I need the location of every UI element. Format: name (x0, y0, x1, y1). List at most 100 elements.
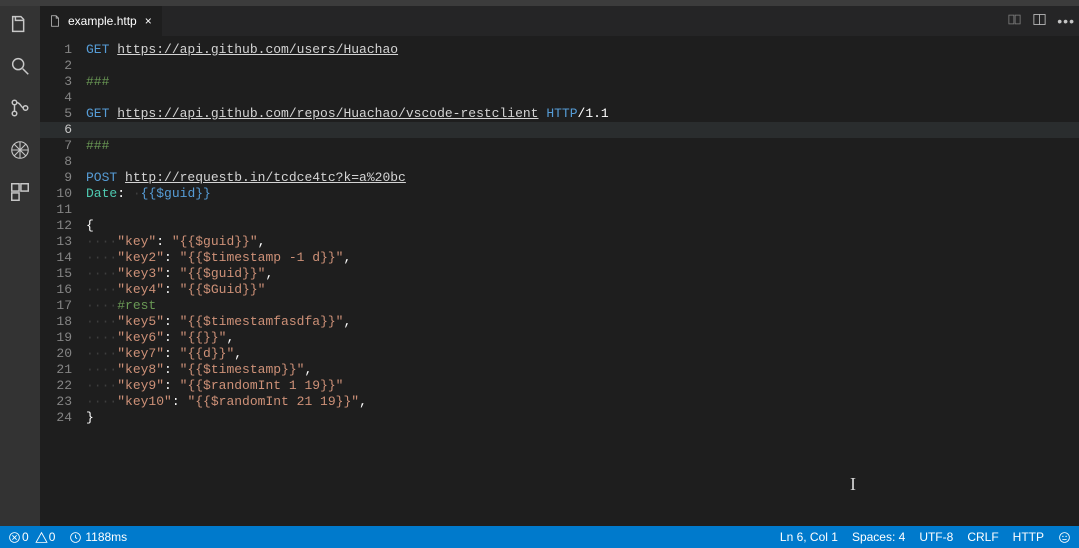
status-cursor-position[interactable]: Ln 6, Col 1 (780, 530, 838, 544)
explorer-icon[interactable] (8, 12, 32, 36)
code-line[interactable]: 2 (40, 58, 1079, 74)
line-number[interactable]: 18 (40, 314, 86, 330)
status-encoding[interactable]: UTF-8 (919, 530, 953, 544)
code-line[interactable]: 5GET https://api.github.com/repos/Huacha… (40, 106, 1079, 122)
line-number[interactable]: 23 (40, 394, 86, 410)
code-content[interactable]: ····"key6": "{{}}", (86, 330, 1079, 346)
code-content[interactable] (86, 90, 1079, 106)
compare-icon[interactable] (1007, 12, 1022, 30)
line-number[interactable]: 13 (40, 234, 86, 250)
code-line[interactable]: 7### (40, 138, 1079, 154)
code-line[interactable]: 15····"key3": "{{$guid}}", (40, 266, 1079, 282)
status-duration[interactable]: 1188ms (69, 530, 127, 544)
code-line[interactable]: 11 (40, 202, 1079, 218)
code-content[interactable]: ### (86, 74, 1079, 90)
code-line[interactable]: 9POST http://requestb.in/tcdce4tc?k=a%20… (40, 170, 1079, 186)
code-line[interactable]: 24} (40, 410, 1079, 426)
tab-example-http[interactable]: example.http × (40, 6, 163, 36)
feedback-icon[interactable] (1058, 531, 1071, 544)
search-icon[interactable] (8, 54, 32, 78)
line-number[interactable]: 10 (40, 186, 86, 202)
line-number[interactable]: 3 (40, 74, 86, 90)
tab-close-icon[interactable]: × (143, 14, 154, 28)
line-number[interactable]: 5 (40, 106, 86, 122)
tab-bar: example.http × ••• (40, 6, 1079, 36)
line-number[interactable]: 20 (40, 346, 86, 362)
code-line[interactable]: 4 (40, 90, 1079, 106)
code-line[interactable]: 12{ (40, 218, 1079, 234)
code-content[interactable]: ### (86, 138, 1079, 154)
clock-icon (69, 531, 82, 544)
code-content[interactable]: GET https://api.github.com/repos/Huachao… (86, 106, 1079, 122)
code-content[interactable]: ····"key": "{{$guid}}", (86, 234, 1079, 250)
code-content[interactable]: ····"key2": "{{$timestamp -1 d}}", (86, 250, 1079, 266)
code-content[interactable]: ····"key7": "{{d}}", (86, 346, 1079, 362)
code-content[interactable]: GET https://api.github.com/users/Huachao (86, 42, 1079, 58)
code-line[interactable]: 20····"key7": "{{d}}", (40, 346, 1079, 362)
code-content[interactable]: ····#rest (86, 298, 1079, 314)
debug-icon[interactable] (8, 138, 32, 162)
app-root: example.http × ••• 1GET https://api.gith… (0, 0, 1079, 548)
code-content[interactable]: ····"key9": "{{$randomInt 1 19}}" (86, 378, 1079, 394)
status-warnings[interactable]: 0 (35, 530, 56, 544)
code-line[interactable]: 14····"key2": "{{$timestamp -1 d}}", (40, 250, 1079, 266)
status-eol[interactable]: CRLF (967, 530, 998, 544)
code-content[interactable]: ····"key5": "{{$timestamfasdfa}}", (86, 314, 1079, 330)
line-number[interactable]: 24 (40, 410, 86, 426)
line-number[interactable]: 14 (40, 250, 86, 266)
activity-bar (0, 6, 40, 526)
code-line[interactable]: 19····"key6": "{{}}", (40, 330, 1079, 346)
code-editor[interactable]: 1GET https://api.github.com/users/Huacha… (40, 36, 1079, 526)
code-content[interactable]: ····"key3": "{{$guid}}", (86, 266, 1079, 282)
status-warnings-count: 0 (49, 530, 56, 544)
status-language[interactable]: HTTP (1013, 530, 1044, 544)
tab-label: example.http (68, 14, 137, 28)
code-content[interactable]: ····"key10": "{{$randomInt 21 19}}", (86, 394, 1079, 410)
code-line[interactable]: 3### (40, 74, 1079, 90)
line-number[interactable]: 1 (40, 42, 86, 58)
line-number[interactable]: 12 (40, 218, 86, 234)
code-content[interactable]: Date: ·{{$guid}} (86, 186, 1079, 202)
code-content[interactable]: ····"key4": "{{$Guid}}" (86, 282, 1079, 298)
code-content[interactable]: POST http://requestb.in/tcdce4tc?k=a%20b… (86, 170, 1079, 186)
more-actions-icon[interactable]: ••• (1057, 13, 1075, 29)
code-content[interactable] (86, 122, 1079, 138)
line-number[interactable]: 8 (40, 154, 86, 170)
line-number[interactable]: 6 (40, 122, 86, 138)
line-number[interactable]: 17 (40, 298, 86, 314)
status-indentation[interactable]: Spaces: 4 (852, 530, 905, 544)
split-editor-icon[interactable] (1032, 12, 1047, 30)
source-control-icon[interactable] (8, 96, 32, 120)
code-content[interactable] (86, 202, 1079, 218)
code-line[interactable]: 17····#rest (40, 298, 1079, 314)
code-line[interactable]: 18····"key5": "{{$timestamfasdfa}}", (40, 314, 1079, 330)
editor-group: example.http × ••• 1GET https://api.gith… (40, 6, 1079, 526)
code-content[interactable]: ····"key8": "{{$timestamp}}", (86, 362, 1079, 378)
line-number[interactable]: 2 (40, 58, 86, 74)
line-number[interactable]: 22 (40, 378, 86, 394)
code-line[interactable]: 1GET https://api.github.com/users/Huacha… (40, 42, 1079, 58)
status-errors[interactable]: 0 (8, 530, 29, 544)
code-line[interactable]: 21····"key8": "{{$timestamp}}", (40, 362, 1079, 378)
code-line[interactable]: 8 (40, 154, 1079, 170)
code-content[interactable] (86, 154, 1079, 170)
line-number[interactable]: 11 (40, 202, 86, 218)
editor-actions: ••• (1007, 6, 1075, 36)
code-content[interactable] (86, 58, 1079, 74)
code-content[interactable]: { (86, 218, 1079, 234)
line-number[interactable]: 15 (40, 266, 86, 282)
line-number[interactable]: 19 (40, 330, 86, 346)
line-number[interactable]: 21 (40, 362, 86, 378)
line-number[interactable]: 7 (40, 138, 86, 154)
line-number[interactable]: 4 (40, 90, 86, 106)
line-number[interactable]: 9 (40, 170, 86, 186)
code-line[interactable]: 13····"key": "{{$guid}}", (40, 234, 1079, 250)
code-line[interactable]: 23····"key10": "{{$randomInt 21 19}}", (40, 394, 1079, 410)
code-line[interactable]: 10Date: ·{{$guid}} (40, 186, 1079, 202)
code-content[interactable]: } (86, 410, 1079, 426)
extensions-icon[interactable] (8, 180, 32, 204)
code-line[interactable]: 22····"key9": "{{$randomInt 1 19}}" (40, 378, 1079, 394)
code-line[interactable]: 16····"key4": "{{$Guid}}" (40, 282, 1079, 298)
code-line[interactable]: 6 (40, 122, 1079, 138)
line-number[interactable]: 16 (40, 282, 86, 298)
